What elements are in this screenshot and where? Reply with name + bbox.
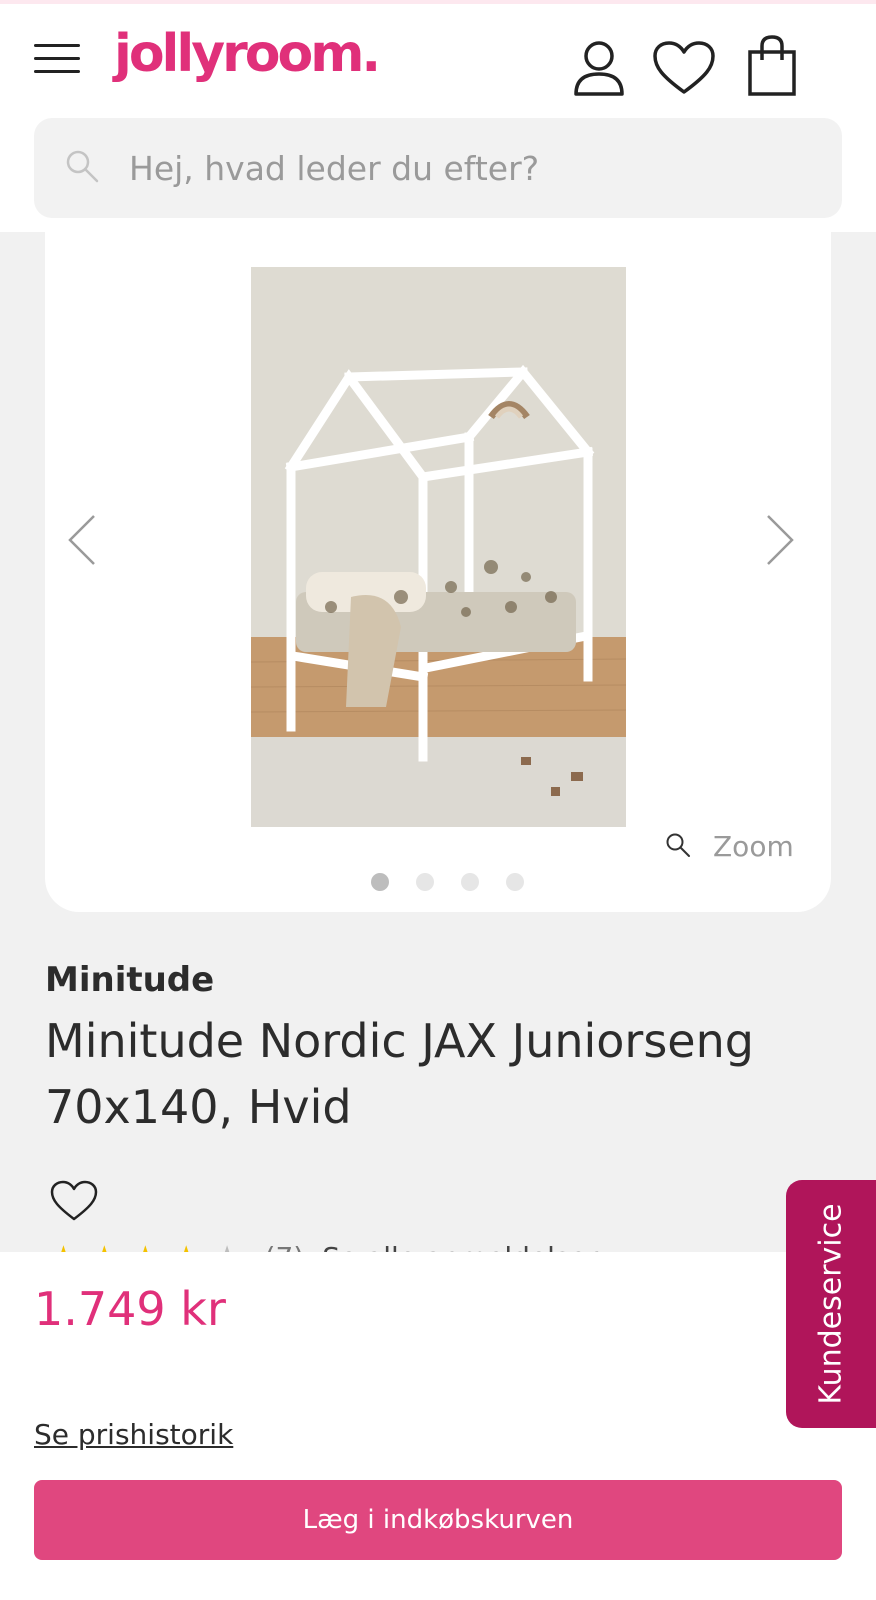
hamburger-menu-icon[interactable] xyxy=(34,44,80,84)
shopping-bag-icon[interactable] xyxy=(746,34,798,98)
search-icon xyxy=(64,148,100,188)
product-image-gallery: Zoom xyxy=(45,232,831,912)
next-image-arrow-icon[interactable] xyxy=(765,514,795,570)
wishlist-heart-icon[interactable] xyxy=(652,40,716,96)
gallery-dot-2[interactable] xyxy=(416,873,434,891)
product-photo-junior-bed[interactable] xyxy=(251,267,626,827)
add-to-cart-button[interactable]: Læg i indkøbskurven xyxy=(34,1480,842,1560)
gallery-dot-1[interactable] xyxy=(371,873,389,891)
buy-panel: 1.749 kr Se prishistorik Læg i indkøbsku… xyxy=(0,1252,876,1600)
gallery-pagination xyxy=(371,873,551,891)
magnifier-icon xyxy=(665,832,691,862)
site-header: jollyroom. xyxy=(0,4,876,232)
search-bar[interactable] xyxy=(34,118,842,218)
customer-service-tab[interactable]: Kundeservice xyxy=(786,1180,876,1428)
account-icon[interactable] xyxy=(572,38,626,98)
gallery-dot-3[interactable] xyxy=(461,873,479,891)
search-input[interactable] xyxy=(129,138,809,198)
product-brand[interactable]: Minitude xyxy=(45,960,214,1000)
product-page: jollyroom. Hej, hvad leder du efter? Zoo… xyxy=(0,0,876,1600)
price-history-link[interactable]: Se prishistorik xyxy=(34,1418,233,1451)
customer-service-label: Kundeservice xyxy=(813,1203,849,1405)
product-price: 1.749 kr xyxy=(34,1282,226,1336)
gallery-dot-4[interactable] xyxy=(506,873,524,891)
jollyroom-logo[interactable]: jollyroom. xyxy=(114,24,381,84)
zoom-label: Zoom xyxy=(713,830,794,863)
previous-image-arrow-icon[interactable] xyxy=(67,514,97,570)
product-title: Minitude Nordic JAX Juniorseng 70x140, H… xyxy=(45,1014,754,1134)
zoom-button[interactable]: Zoom xyxy=(665,830,794,863)
add-to-favorites-heart-icon[interactable] xyxy=(50,1180,98,1226)
